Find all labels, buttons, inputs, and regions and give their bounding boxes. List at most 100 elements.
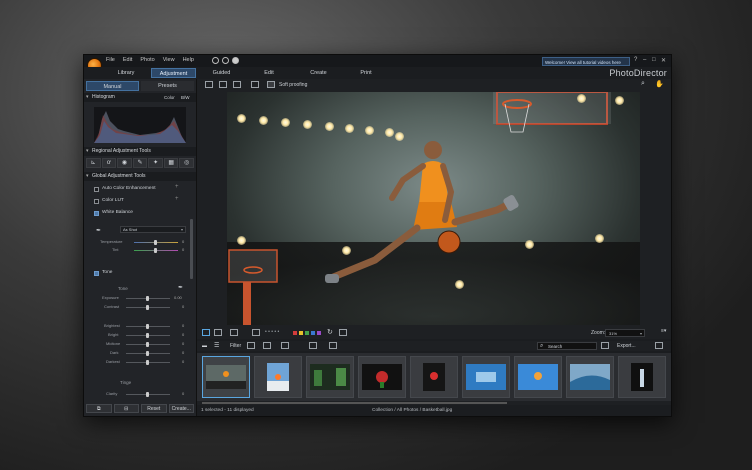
soft-proofing-checkbox[interactable] — [267, 81, 275, 88]
redo-icon[interactable] — [222, 57, 229, 64]
menu-edit[interactable]: Edit — [123, 57, 132, 63]
color-label-yellow[interactable] — [299, 331, 303, 335]
menu-view[interactable]: View — [163, 57, 175, 63]
share-icon[interactable] — [655, 342, 663, 349]
clarity-slider[interactable] — [126, 392, 170, 397]
tab-manual[interactable]: Manual — [86, 81, 139, 91]
contrast-knob[interactable] — [146, 305, 149, 310]
tab-create[interactable]: Create — [296, 68, 341, 78]
reset-button[interactable]: Reset — [141, 404, 167, 413]
menu-file[interactable]: File — [106, 57, 115, 63]
auto-color-checkbox[interactable] — [94, 187, 99, 192]
list-view-icon[interactable]: ▬ — [202, 343, 207, 349]
filmstrip-view-icon[interactable] — [202, 329, 210, 336]
tab-edit[interactable]: Edit — [249, 68, 289, 78]
color-label-purple[interactable] — [317, 331, 321, 335]
menu-help[interactable]: Help — [183, 57, 194, 63]
auto-color-expand-icon[interactable]: + — [175, 184, 179, 190]
before-after-icon[interactable]: ⊟ — [113, 404, 139, 413]
compare-icon[interactable] — [219, 81, 227, 88]
zoom-select[interactable]: 31% ▾ — [605, 329, 645, 337]
thumbnail-photo[interactable] — [514, 356, 562, 398]
filter-rating-icon[interactable] — [263, 342, 271, 349]
filter-edit-icon[interactable] — [281, 342, 289, 349]
fullscreen-icon[interactable] — [251, 81, 259, 88]
tone-row-slider[interactable] — [126, 342, 170, 347]
clarity-knob[interactable] — [146, 392, 149, 397]
tone-checkbox[interactable] — [94, 271, 99, 276]
close-icon[interactable]: ✕ — [661, 57, 666, 64]
exposure-knob[interactable] — [146, 296, 149, 301]
photo-canvas[interactable] — [197, 91, 671, 327]
crop-tool-icon[interactable]: ⊾ — [86, 158, 101, 168]
tone-picker-icon[interactable]: ✒ — [178, 284, 183, 291]
tone-row-knob[interactable] — [146, 333, 149, 338]
global-tools-header[interactable]: Global Adjustment Tools — [84, 172, 196, 181]
filter-flag-icon[interactable] — [247, 342, 255, 349]
tab-presets[interactable]: Presets — [141, 81, 194, 91]
maximize-icon[interactable]: □ — [652, 57, 656, 63]
tone-row-knob[interactable] — [146, 324, 149, 329]
folder-icon[interactable] — [601, 342, 609, 349]
eye-tool-icon[interactable]: ◉ — [117, 158, 132, 168]
temperature-slider[interactable] — [134, 240, 178, 245]
thumbnail-basketball[interactable] — [202, 356, 250, 398]
color-lut-expand-icon[interactable]: + — [175, 196, 179, 202]
white-balance-checkbox[interactable] — [94, 211, 99, 216]
thumbnail-photo[interactable] — [566, 356, 614, 398]
minimize-icon[interactable]: – — [643, 57, 646, 63]
color-label-green[interactable] — [305, 331, 309, 335]
tab-guided[interactable]: Guided — [199, 68, 244, 78]
tone-row-knob[interactable] — [146, 351, 149, 356]
spot-removal-icon[interactable]: ✦ — [148, 158, 163, 168]
tone-row-slider[interactable] — [126, 360, 170, 365]
tint-knob[interactable] — [154, 248, 157, 253]
crop-icon[interactable] — [339, 329, 347, 336]
undo-icon[interactable] — [212, 57, 219, 64]
hand-icon[interactable]: ✋ — [655, 80, 664, 88]
histogram-bw-toggle[interactable]: B/W — [181, 95, 190, 100]
eyedropper-icon[interactable]: ✒ — [96, 227, 101, 234]
refresh-icon[interactable]: ↻ — [327, 328, 333, 336]
thumbnail-photo[interactable] — [254, 356, 302, 398]
color-label-red[interactable] — [293, 331, 297, 335]
tone-row-knob[interactable] — [146, 342, 149, 347]
compare-view-icon[interactable]: ⧉ — [86, 404, 112, 413]
filmstrip-scroll-thumb[interactable] — [202, 402, 507, 404]
tab-adjustment[interactable]: Adjustment — [151, 68, 196, 78]
flag-icon[interactable] — [252, 329, 260, 336]
thumbnail-photo[interactable] — [306, 356, 354, 398]
zoom-icon[interactable]: ⌕ — [641, 80, 645, 88]
export-button[interactable]: Export... — [617, 343, 636, 349]
tone-row-knob[interactable] — [146, 360, 149, 365]
tone-row-slider[interactable] — [126, 333, 170, 338]
regional-tools-header[interactable]: Regional Adjustment Tools — [84, 147, 196, 156]
account-icon[interactable] — [232, 57, 239, 64]
single-view-icon[interactable] — [205, 81, 213, 88]
tab-print[interactable]: Print — [346, 68, 386, 78]
thumbnail-photo[interactable] — [410, 356, 458, 398]
tint-slider[interactable] — [134, 248, 178, 253]
thumbnail-photo[interactable] — [358, 356, 406, 398]
rotate-icon[interactable] — [230, 329, 238, 336]
help-icon[interactable]: ? — [634, 57, 637, 63]
color-lut-checkbox[interactable] — [94, 199, 99, 204]
main-photo[interactable] — [227, 92, 640, 325]
grid-icon[interactable] — [214, 329, 222, 336]
grid-view-icon[interactable] — [233, 81, 241, 88]
contrast-slider[interactable] — [126, 305, 170, 310]
color-label-blue[interactable] — [311, 331, 315, 335]
tab-library[interactable]: Library — [106, 68, 146, 78]
temperature-knob[interactable] — [154, 240, 157, 245]
brush-tool-icon[interactable]: ✎ — [132, 158, 148, 168]
gradient-mask-icon[interactable]: ▦ — [163, 158, 179, 168]
sort-order-icon[interactable] — [309, 342, 317, 349]
wb-preset-select[interactable]: As Shot ▾ — [120, 226, 186, 233]
search-input[interactable]: ⌕ Search — [537, 342, 597, 350]
histogram-color-toggle[interactable]: Color — [164, 95, 175, 100]
thumbnail-photo[interactable] — [618, 356, 666, 398]
histogram-header[interactable]: Histogram — [84, 93, 196, 102]
welcome-banner[interactable]: Welcome! View all tutorial videos here — [542, 57, 630, 66]
menu-icon[interactable]: ☰ — [214, 342, 219, 349]
tone-row-slider[interactable] — [126, 351, 170, 356]
